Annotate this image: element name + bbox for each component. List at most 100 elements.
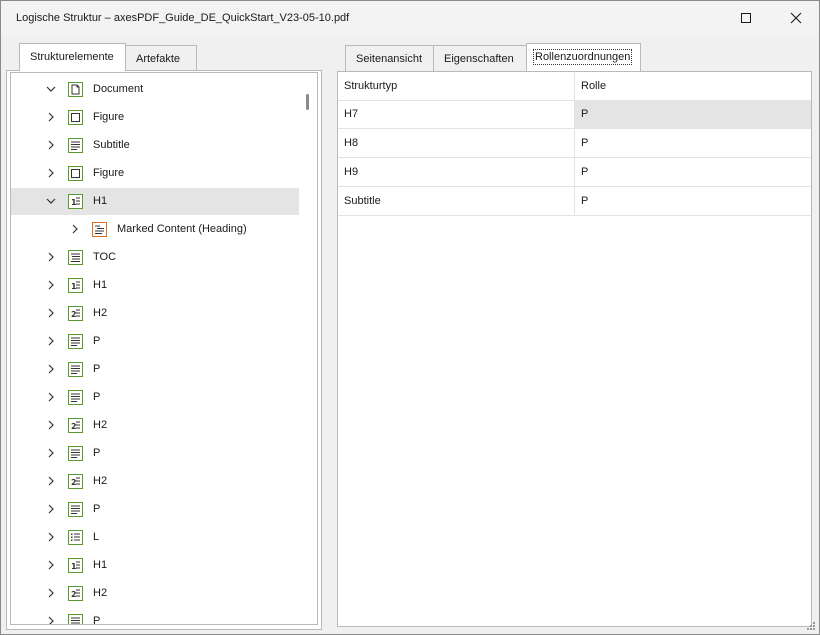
tree-item-label: H1 [93, 559, 108, 571]
chevron-right-icon[interactable] [45, 559, 57, 571]
tree-item[interactable]: 1 H1 [11, 272, 299, 299]
tab-label: Seitenansicht [356, 53, 423, 65]
structure-type-cell: H7 [338, 100, 575, 128]
paragraph-icon [68, 614, 83, 624]
role-cell[interactable]: P [575, 100, 811, 128]
tree-item[interactable]: TOC [11, 244, 299, 271]
tree-item[interactable]: P [11, 496, 299, 523]
svg-text:2: 2 [71, 590, 77, 599]
tree-item-label: Subtitle [93, 139, 130, 151]
chevron-right-icon[interactable] [45, 587, 57, 599]
tree-item-label: Figure [93, 111, 125, 123]
role-cell[interactable]: P [575, 158, 811, 186]
heading-1-icon: 1 [68, 194, 83, 209]
tree-item[interactable]: Marked Content (Heading) [11, 216, 299, 243]
document-icon [68, 82, 83, 97]
tree-item[interactable]: 2 H2 [11, 412, 299, 439]
chevron-right-icon[interactable] [45, 167, 57, 179]
close-button[interactable] [773, 1, 819, 35]
svg-text:2: 2 [71, 478, 77, 487]
tree-item[interactable]: Subtitle [11, 132, 299, 159]
chevron-right-icon[interactable] [45, 251, 57, 263]
figure-icon [68, 110, 83, 125]
chevron-right-icon[interactable] [69, 223, 81, 235]
heading-1-icon: 1 [68, 278, 83, 293]
tree-item-label: Marked Content (Heading) [117, 223, 247, 235]
tree-item-label: P [93, 363, 101, 375]
chevron-right-icon[interactable] [45, 447, 57, 459]
close-icon [790, 12, 802, 24]
chevron-right-icon[interactable] [45, 335, 57, 347]
structure-tree[interactable]: Document Figure Subtitle Figure 1 H1 Marked Co… [10, 72, 318, 625]
column-header-strukturtyp[interactable]: Strukturtyp [338, 72, 575, 100]
role-cell[interactable]: P [575, 187, 811, 215]
tree-item-label: P [93, 447, 101, 459]
maximize-button[interactable] [723, 1, 769, 35]
heading-1-icon: 1 [68, 558, 83, 573]
tree-item[interactable]: P [11, 440, 299, 467]
tree-item[interactable]: 1 H1 [11, 552, 299, 579]
chevron-down-icon[interactable] [45, 195, 57, 207]
resize-grip-icon[interactable] [806, 621, 816, 631]
chevron-right-icon[interactable] [45, 279, 57, 291]
chevron-right-icon[interactable] [45, 475, 57, 487]
title-bar[interactable]: Logische Struktur – axesPDF_Guide_DE_Qui… [1, 1, 819, 35]
tree-item-label: Figure [93, 167, 125, 179]
tab-strukturelemente[interactable]: Strukturelemente [19, 43, 126, 71]
heading-2-icon: 2 [68, 474, 83, 489]
table-row[interactable]: H7 P [338, 100, 811, 129]
tab-label: Artefakte [136, 53, 181, 65]
tree-item[interactable]: 1 H1 [11, 188, 299, 215]
chevron-right-icon[interactable] [45, 531, 57, 543]
chevron-right-icon[interactable] [45, 363, 57, 375]
tree-item-label: H1 [93, 279, 108, 291]
chevron-right-icon[interactable] [45, 307, 57, 319]
tree-item[interactable]: P [11, 356, 299, 383]
svg-text:1: 1 [71, 198, 77, 207]
heading-2-icon: 2 [68, 586, 83, 601]
chevron-down-icon[interactable] [45, 83, 57, 95]
tree-scrollbar[interactable] [299, 73, 317, 624]
chevron-right-icon[interactable] [45, 139, 57, 151]
tree-item[interactable]: P [11, 328, 299, 355]
column-header-rolle[interactable]: Rolle [575, 72, 811, 100]
tree-item[interactable]: P [11, 384, 299, 411]
tab-label: Rollenzuordnungen [533, 49, 633, 65]
structure-type-cell: Subtitle [338, 187, 575, 215]
tree-item[interactable]: 2 H2 [11, 300, 299, 327]
tree-item[interactable]: Document [11, 76, 299, 103]
tree-item[interactable]: L [11, 524, 299, 551]
heading-2-icon: 2 [68, 306, 83, 321]
paragraph-icon [68, 334, 83, 349]
tab-seitenansicht[interactable]: Seitenansicht [345, 45, 434, 71]
chevron-right-icon[interactable] [45, 615, 57, 624]
tab-artefakte[interactable]: Artefakte [125, 45, 197, 71]
svg-text:1: 1 [71, 282, 77, 291]
toc-icon [68, 250, 83, 265]
tree-item[interactable]: 2 H2 [11, 468, 299, 495]
tab-rollenzuordnungen[interactable]: Rollenzuordnungen [526, 43, 641, 71]
figure-icon [68, 166, 83, 181]
heading-2-icon: 2 [68, 418, 83, 433]
window-title: Logische Struktur – axesPDF_Guide_DE_Qui… [16, 12, 350, 24]
chevron-right-icon[interactable] [45, 419, 57, 431]
role-cell[interactable]: P [575, 129, 811, 157]
paragraph-icon [68, 446, 83, 461]
chevron-right-icon[interactable] [45, 391, 57, 403]
chevron-right-icon[interactable] [45, 503, 57, 515]
table-row[interactable]: H9 P [338, 158, 811, 187]
tree-item[interactable]: P [11, 608, 299, 624]
chevron-right-icon[interactable] [45, 111, 57, 123]
tree-item[interactable]: 2 H2 [11, 580, 299, 607]
tab-eigenschaften[interactable]: Eigenschaften [433, 45, 527, 71]
table-row[interactable]: Subtitle P [338, 187, 811, 216]
tree-item[interactable]: Figure [11, 104, 299, 131]
svg-text:1: 1 [71, 562, 77, 571]
table-row[interactable]: H8 P [338, 129, 811, 158]
paragraph-icon [68, 362, 83, 377]
tree-item[interactable]: Figure [11, 160, 299, 187]
table-header-row: Strukturtyp Rolle [338, 72, 811, 101]
scrollbar-thumb[interactable] [306, 94, 309, 110]
svg-text:2: 2 [71, 310, 77, 319]
tree-item-label: P [93, 503, 101, 515]
